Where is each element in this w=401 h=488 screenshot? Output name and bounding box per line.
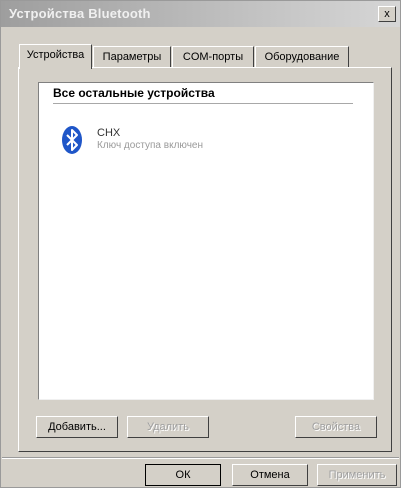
tab-devices[interactable]: Устройства [19, 44, 92, 69]
footer-divider [2, 457, 399, 459]
device-list[interactable]: Все остальные устройства CHX Ключ доступ… [38, 82, 374, 400]
bluetooth-devices-dialog: Устройства Bluetooth x Устройства Параме… [0, 0, 401, 488]
close-button[interactable]: x [378, 6, 396, 22]
device-name: CHX [97, 127, 121, 139]
bluetooth-icon [62, 126, 82, 154]
window-title: Устройства Bluetooth [9, 6, 151, 21]
device-item[interactable]: CHX Ключ доступа включен [61, 123, 341, 163]
tab-parameters[interactable]: Параметры [93, 46, 171, 67]
cancel-button[interactable]: Отмена [232, 464, 308, 486]
apply-button[interactable]: Применить [317, 464, 397, 486]
ok-button[interactable]: ОК [145, 464, 221, 486]
close-icon: x [384, 8, 390, 20]
device-group-header: Все остальные устройства [53, 86, 353, 104]
tab-com-ports[interactable]: COM-порты [172, 46, 254, 67]
title-bar[interactable]: Устройства Bluetooth x [1, 1, 400, 27]
remove-button[interactable]: Удалить [127, 416, 209, 438]
tab-panel-devices: Все остальные устройства CHX Ключ доступ… [18, 67, 392, 452]
properties-button[interactable]: Свойства [295, 416, 377, 438]
device-status: Ключ доступа включен [97, 140, 203, 151]
tab-hardware[interactable]: Оборудование [255, 46, 349, 67]
add-button[interactable]: Добавить... [36, 416, 118, 438]
